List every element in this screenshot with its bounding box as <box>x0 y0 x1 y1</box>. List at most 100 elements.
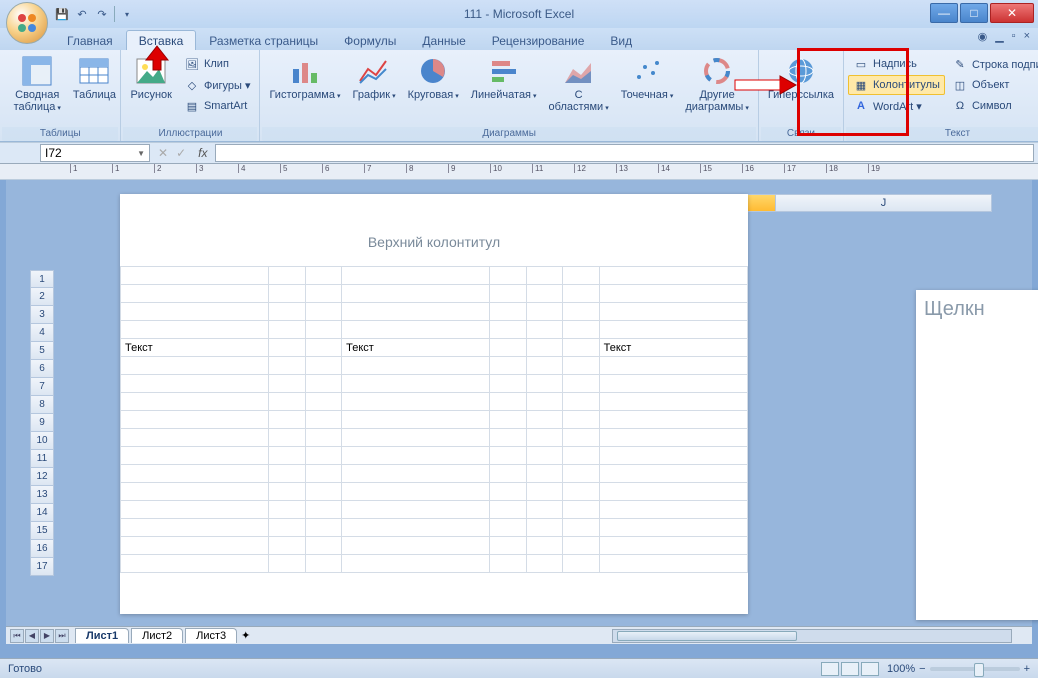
cell[interactable] <box>269 555 305 573</box>
zoom-in[interactable]: + <box>1024 663 1030 675</box>
cell[interactable] <box>599 537 747 555</box>
cell[interactable] <box>563 339 599 357</box>
cell[interactable] <box>490 483 526 501</box>
cell[interactable] <box>269 429 305 447</box>
name-box[interactable]: I72▼ <box>40 144 150 162</box>
cell[interactable] <box>599 519 747 537</box>
cell[interactable] <box>526 411 562 429</box>
cell[interactable] <box>599 375 747 393</box>
cell[interactable] <box>121 357 269 375</box>
cell[interactable] <box>269 285 305 303</box>
cell[interactable] <box>490 339 526 357</box>
sheet-tab-2[interactable]: Лист2 <box>131 628 183 643</box>
cell[interactable] <box>342 447 490 465</box>
cell[interactable] <box>305 465 341 483</box>
cell[interactable] <box>342 429 490 447</box>
view-page-layout[interactable] <box>841 662 859 676</box>
cell[interactable] <box>342 321 490 339</box>
cell[interactable] <box>526 321 562 339</box>
cell[interactable] <box>526 267 562 285</box>
row-header-9[interactable]: 9 <box>30 414 54 432</box>
cell[interactable] <box>121 375 269 393</box>
picture-button[interactable]: Рисунок <box>125 52 177 104</box>
cell[interactable]: Текст <box>342 339 490 357</box>
maximize-button[interactable]: □ <box>960 3 988 23</box>
cell[interactable] <box>342 357 490 375</box>
cell[interactable] <box>526 429 562 447</box>
cell[interactable] <box>305 483 341 501</box>
smartart-button[interactable]: ▤SmartArt <box>179 96 256 116</box>
cell[interactable] <box>305 501 341 519</box>
cell[interactable] <box>121 465 269 483</box>
cell[interactable] <box>526 393 562 411</box>
cell[interactable] <box>269 357 305 375</box>
cell[interactable] <box>563 519 599 537</box>
cell[interactable] <box>599 393 747 411</box>
cell[interactable] <box>490 429 526 447</box>
cell[interactable] <box>121 393 269 411</box>
window-close-icon[interactable]: × <box>1024 30 1030 43</box>
cell[interactable] <box>563 555 599 573</box>
cell[interactable] <box>305 339 341 357</box>
cell[interactable] <box>526 357 562 375</box>
view-normal[interactable] <box>821 662 839 676</box>
sheet-tab-3[interactable]: Лист3 <box>185 628 237 643</box>
hyperlink-button[interactable]: Гиперссылка <box>763 52 839 104</box>
header-title[interactable]: Верхний колонтитул <box>120 194 748 260</box>
cell[interactable] <box>526 465 562 483</box>
cell[interactable] <box>121 501 269 519</box>
cell[interactable] <box>305 303 341 321</box>
cell[interactable] <box>490 303 526 321</box>
cell[interactable] <box>121 303 269 321</box>
cell[interactable] <box>526 447 562 465</box>
cell[interactable] <box>269 501 305 519</box>
header-footer-button[interactable]: ▦Колонтитулы <box>848 75 945 95</box>
cell[interactable] <box>342 411 490 429</box>
cell[interactable] <box>269 303 305 321</box>
formula-input[interactable] <box>215 144 1034 162</box>
cell[interactable] <box>599 447 747 465</box>
cell[interactable] <box>121 537 269 555</box>
sheet-tab-1[interactable]: Лист1 <box>75 628 129 643</box>
tab-review[interactable]: Рецензирование <box>479 30 598 50</box>
cell[interactable] <box>599 429 747 447</box>
cell[interactable] <box>305 375 341 393</box>
cell[interactable] <box>526 303 562 321</box>
cell[interactable] <box>269 465 305 483</box>
cell[interactable] <box>342 267 490 285</box>
view-page-break[interactable] <box>861 662 879 676</box>
cell[interactable] <box>490 501 526 519</box>
cell[interactable] <box>305 267 341 285</box>
cell[interactable] <box>342 555 490 573</box>
tab-data[interactable]: Данные <box>409 30 478 50</box>
row-header-5[interactable]: 5 <box>30 342 54 360</box>
scroll-thumb[interactable] <box>617 631 797 641</box>
signature-line-button[interactable]: ✎Строка подписи ▾ <box>947 54 1038 74</box>
cell[interactable] <box>563 411 599 429</box>
row-header-17[interactable]: 17 <box>30 558 54 576</box>
cell[interactable] <box>563 447 599 465</box>
cell[interactable] <box>305 429 341 447</box>
cell[interactable] <box>599 303 747 321</box>
sheet-nav-next[interactable]: ▶ <box>40 629 54 643</box>
cell[interactable] <box>490 393 526 411</box>
cell[interactable] <box>526 285 562 303</box>
chevron-down-icon[interactable]: ▼ <box>137 149 145 158</box>
cell[interactable] <box>305 321 341 339</box>
cell[interactable] <box>269 519 305 537</box>
cell[interactable] <box>490 321 526 339</box>
cell[interactable] <box>269 267 305 285</box>
cell[interactable] <box>342 537 490 555</box>
cell[interactable] <box>599 267 747 285</box>
close-button[interactable]: ✕ <box>990 3 1034 23</box>
cell[interactable] <box>563 465 599 483</box>
undo-icon[interactable]: ↶ <box>74 6 90 22</box>
cell[interactable]: Текст <box>599 339 747 357</box>
tab-insert[interactable]: Вставка <box>126 30 197 50</box>
cell[interactable] <box>490 285 526 303</box>
cell[interactable] <box>342 375 490 393</box>
cell[interactable] <box>599 285 747 303</box>
row-header-8[interactable]: 8 <box>30 396 54 414</box>
chart-button-3[interactable]: Линейчатая <box>466 52 542 104</box>
new-sheet-icon[interactable]: ✦ <box>241 629 250 642</box>
